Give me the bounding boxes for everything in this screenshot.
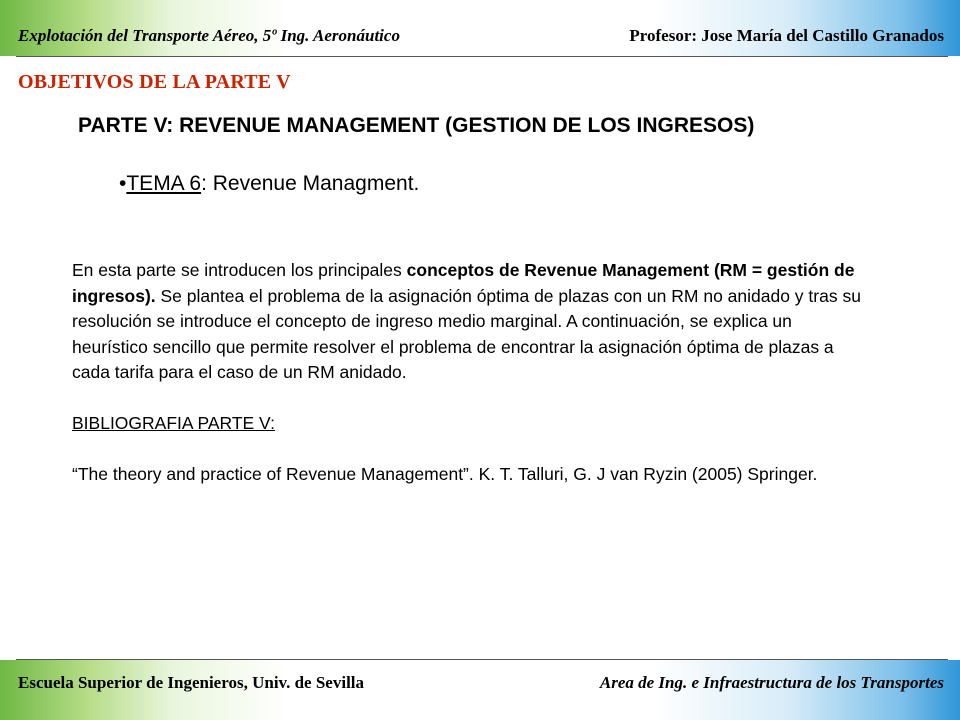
topic-label: TEMA 6 <box>126 172 202 195</box>
main-heading: PARTE V: REVENUE MANAGEMENT (GESTION DE … <box>78 114 755 137</box>
department-name: Area de Ing. e Infraestructura de los Tr… <box>599 673 944 692</box>
footer-divider <box>16 659 948 660</box>
course-title: Explotación del Transporte Aéreo, 5º Ing… <box>18 26 400 45</box>
intro-paragraph: En esta parte se introducen los principa… <box>72 258 862 386</box>
bibliography-title: BIBLIOGRAFIA PARTE V: <box>72 413 275 433</box>
bibliography-entry: “The theory and practice of Revenue Mana… <box>72 464 818 484</box>
header-divider <box>16 56 948 57</box>
topic-text: : Revenue Managment. <box>201 172 420 195</box>
topic-line: •TEMA 6: Revenue Managment. <box>119 172 419 196</box>
section-title: OBJETIVOS DE LA PARTE V <box>18 71 291 93</box>
professor-name: Profesor: Jose María del Castillo Granad… <box>629 26 944 45</box>
body-text: En esta parte se introducen los principa… <box>72 258 862 488</box>
school-name: Escuela Superior de Ingenieros, Univ. de… <box>18 673 365 692</box>
intro-rest-text: Se plantea el problema de la asignación … <box>72 285 861 383</box>
intro-text: En esta parte se introducen los principa… <box>72 260 407 280</box>
